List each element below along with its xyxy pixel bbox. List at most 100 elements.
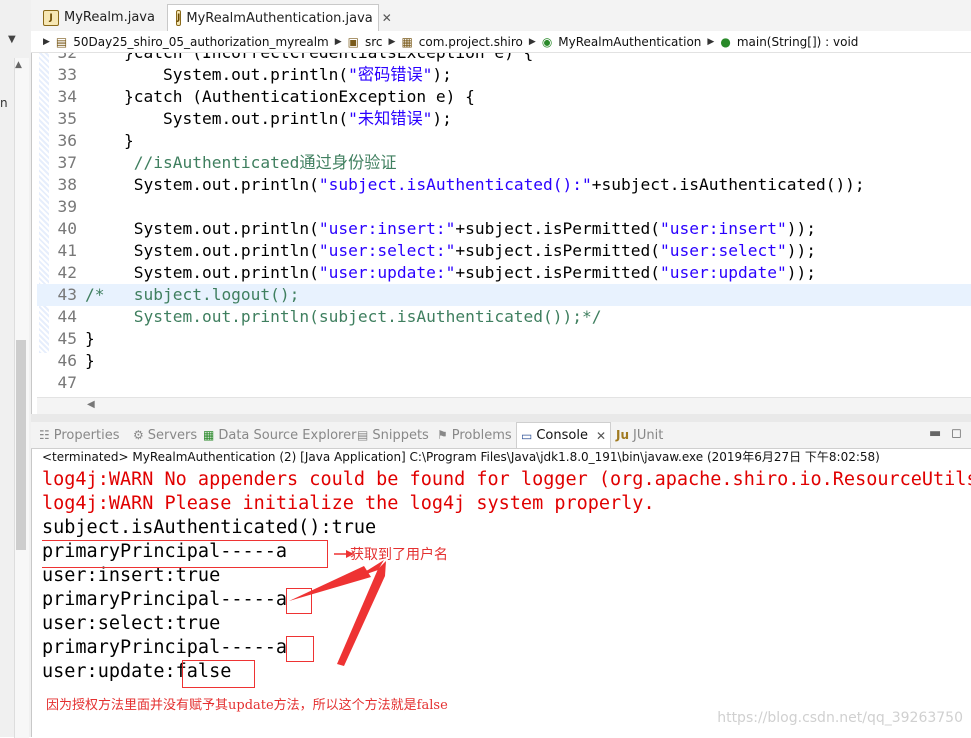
maximize-icon[interactable]: ◻ xyxy=(951,426,962,441)
code-line[interactable]: 35 System.out.println("未知错误"); xyxy=(37,108,971,130)
code-line[interactable]: 45} xyxy=(37,328,971,350)
code-line[interactable]: 47 xyxy=(37,372,971,394)
code-text: System.out.println("user:insert:"+subjec… xyxy=(85,219,816,238)
line-number: 42 xyxy=(57,263,78,282)
code-text: }catch (AuthenticationException e) { xyxy=(85,87,475,106)
tab-label: MyRealmAuthentication.java xyxy=(186,10,373,26)
console-icon: ▭ xyxy=(521,428,533,443)
scroll-left-icon[interactable]: ◀ xyxy=(87,399,95,410)
tab-problems[interactable]: ⚑ Problems xyxy=(437,422,512,448)
close-tab-icon[interactable]: ✕ xyxy=(382,11,392,25)
chevron-right-icon: ▶ xyxy=(707,36,715,47)
class-icon: ◉ xyxy=(541,34,553,49)
code-line[interactable]: 36 } xyxy=(37,130,971,152)
tab-snippets[interactable]: ▤ Snippets xyxy=(357,422,429,448)
code-text: /* subject.logout(); xyxy=(85,285,300,304)
code-line[interactable]: 33 System.out.println("密码错误"); xyxy=(37,64,971,86)
code-line[interactable]: 32 }catch (IncorrectCredentialsException… xyxy=(37,53,971,64)
chevron-right-icon: ▶ xyxy=(388,36,396,47)
chevron-right-icon: ▶ xyxy=(334,36,342,47)
code-line[interactable]: 41 System.out.println("user:select:"+sub… xyxy=(37,240,971,262)
annotation-bottom-note: 因为授权方法里面并没有赋予其update方法，所以这个方法就是false xyxy=(46,698,448,713)
code-line[interactable]: 43 /* subject.logout(); xyxy=(37,284,971,306)
code-text: System.out.println("密码错误"); xyxy=(85,65,452,84)
annotation-username-note: 获取到了用户名 xyxy=(350,547,448,563)
tab-label: MyRealm.java xyxy=(64,10,155,25)
panel-divider[interactable] xyxy=(31,414,971,422)
tab-label: JUnit xyxy=(633,427,664,443)
data-source-icon: ▦ xyxy=(203,428,215,442)
code-line[interactable]: 39 xyxy=(37,196,971,218)
scroll-up-icon[interactable]: ▲ xyxy=(15,60,22,70)
source-folder-icon: ▣ xyxy=(347,34,359,49)
line-number: 41 xyxy=(57,241,78,260)
left-scrollbar-thumb[interactable] xyxy=(16,340,26,550)
line-number: 36 xyxy=(57,131,78,150)
tab-label: Data Source Explorer xyxy=(218,427,357,443)
breadcrumb-class[interactable]: MyRealmAuthentication xyxy=(558,35,701,49)
junit-icon: Ju xyxy=(616,428,630,442)
chevron-right-icon: ▶ xyxy=(43,36,50,47)
problems-icon: ⚑ xyxy=(437,428,448,442)
breadcrumb: ▶ ▤ 50Day25_shiro_05_authorization_myrea… xyxy=(31,31,971,53)
tab-junit[interactable]: Ju JUnit xyxy=(616,422,663,448)
left-view-strip: n ▲ xyxy=(0,0,32,738)
line-number: 35 xyxy=(57,109,78,128)
code-line[interactable]: 46} xyxy=(37,350,971,372)
code-text: //isAuthenticated通过身份验证 xyxy=(133,153,397,172)
java-file-icon: J xyxy=(176,10,182,26)
close-tab-icon[interactable]: ✕ xyxy=(596,429,606,443)
code-line[interactable]: 37 //isAuthenticated通过身份验证 xyxy=(37,152,971,174)
code-text: } xyxy=(85,131,134,150)
snippets-icon: ▤ xyxy=(357,428,369,442)
breadcrumb-package[interactable]: com.project.shiro xyxy=(419,35,523,49)
code-text: }catch (IncorrectCredentialsException e)… xyxy=(85,53,533,64)
breadcrumb-folder[interactable]: src xyxy=(365,35,383,49)
code-line[interactable]: 44 System.out.println(subject.isAuthenti… xyxy=(37,306,971,328)
code-text: } xyxy=(85,351,95,370)
properties-icon: ☷ xyxy=(39,428,50,442)
tab-label: Console xyxy=(536,428,588,443)
console-output[interactable]: log4j:WARN No appenders could be found f… xyxy=(42,468,971,713)
minimize-icon[interactable]: ▬ xyxy=(929,426,941,441)
line-number: 34 xyxy=(57,87,78,106)
annotation-arrows xyxy=(289,550,386,666)
line-number: 39 xyxy=(57,197,78,216)
line-number: 33 xyxy=(57,65,78,84)
code-line[interactable]: 38 System.out.println("subject.isAuthent… xyxy=(37,174,971,196)
servers-icon: ⚙ xyxy=(133,428,144,442)
tab-label: Problems xyxy=(451,427,512,443)
project-icon: ▤ xyxy=(55,34,68,49)
method-icon: ● xyxy=(720,34,731,49)
tab-label: Snippets xyxy=(372,427,429,443)
line-number: 40 xyxy=(57,219,78,238)
code-editor[interactable]: 32 }catch (IncorrectCredentialsException… xyxy=(37,53,971,397)
breadcrumb-method[interactable]: main(String[]) : void xyxy=(737,35,859,49)
console-launch-info: <terminated> MyRealmAuthentication (2) [… xyxy=(42,450,880,464)
line-number: 37 xyxy=(57,153,78,172)
code-line[interactable]: 34 }catch (AuthenticationException e) { xyxy=(37,86,971,108)
line-number: 44 xyxy=(57,307,78,326)
line-number: 32 xyxy=(51,53,78,64)
bottom-view-tabs: ☷ Properties ⚙ Servers ▦ Data Source Exp… xyxy=(31,422,971,449)
tab-console[interactable]: ▭ Console ✕ xyxy=(516,422,612,448)
left-strip-label: n xyxy=(0,96,8,110)
code-line[interactable]: 42 System.out.println("user:update:"+sub… xyxy=(37,262,971,284)
tab-data-source-explorer[interactable]: ▦ Data Source Explorer xyxy=(203,422,356,448)
editor-horizontal-scrollbar[interactable]: ◀ xyxy=(37,397,971,414)
line-number: 45 xyxy=(57,329,78,348)
code-text: System.out.println("user:select:"+subjec… xyxy=(85,241,816,260)
tab-properties[interactable]: ☷ Properties xyxy=(39,422,119,448)
view-menu-icon[interactable]: ▼ xyxy=(8,34,16,45)
tab-servers[interactable]: ⚙ Servers xyxy=(133,422,197,448)
package-icon: ▦ xyxy=(401,34,413,49)
watermark: https://blog.csdn.net/qq_39263750 xyxy=(717,710,963,726)
line-number: 43 xyxy=(57,285,78,304)
tab-myrealmauthentication[interactable]: J MyRealmAuthentication.java ✕ xyxy=(167,4,392,31)
breadcrumb-project[interactable]: 50Day25_shiro_05_authorization_myrealm xyxy=(73,35,328,49)
editor-tab-bar: J MyRealm.java J MyRealmAuthentication.j… xyxy=(31,0,971,32)
tab-myrealm[interactable]: J MyRealm.java xyxy=(35,4,165,31)
code-line[interactable]: 40 System.out.println("user:insert:"+sub… xyxy=(37,218,971,240)
code-text: System.out.println(subject.isAuthenticat… xyxy=(85,307,602,326)
line-number: 47 xyxy=(57,373,78,392)
